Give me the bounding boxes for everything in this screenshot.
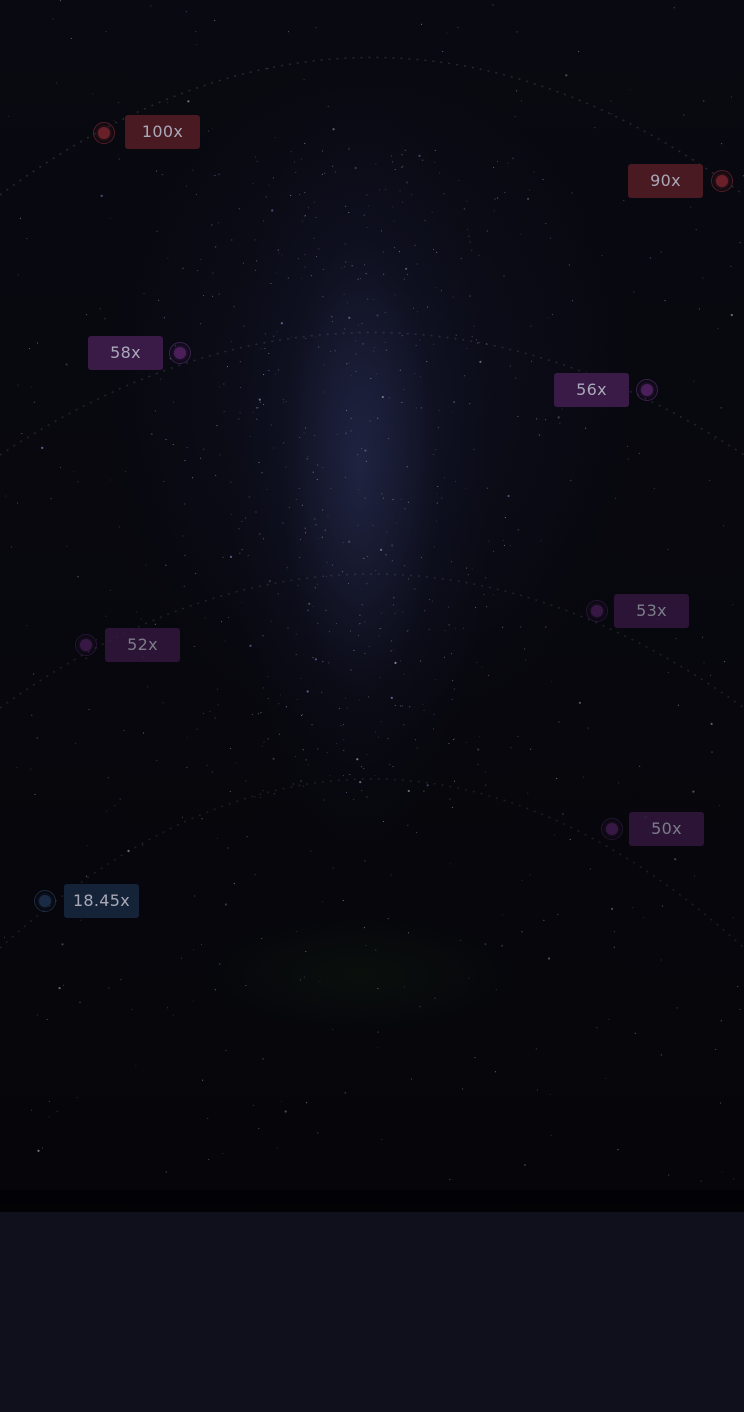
planet-56x[interactable] bbox=[636, 379, 658, 401]
game-scene: 100x 90x 58x 56x 53x 52x 50x 18.45x bbox=[0, 0, 744, 1412]
multiplier-badge-18-45x[interactable]: 18.45x bbox=[64, 884, 139, 918]
planet-53x-core bbox=[591, 605, 603, 617]
planet-58x[interactable] bbox=[169, 342, 191, 364]
planet-100x-core bbox=[98, 127, 110, 139]
multiplier-badge-56x[interactable]: 56x bbox=[554, 373, 629, 407]
planet-52x-core bbox=[80, 639, 92, 651]
multiplier-badge-58x[interactable]: 58x bbox=[88, 336, 163, 370]
planet-56x-core bbox=[641, 384, 653, 396]
multiplier-badge-100x[interactable]: 100x bbox=[125, 115, 200, 149]
orbit-path-inner bbox=[0, 778, 744, 949]
multiplier-badge-53x[interactable]: 53x bbox=[614, 594, 689, 628]
horizon-shadow bbox=[0, 1190, 744, 1212]
planet-18-45x[interactable] bbox=[34, 890, 56, 912]
planet-50x[interactable] bbox=[601, 818, 623, 840]
planet-58x-core bbox=[174, 347, 186, 359]
planet-18-45x-core bbox=[39, 895, 51, 907]
multiplier-badge-50x[interactable]: 50x bbox=[629, 812, 704, 846]
planet-90x-core bbox=[716, 175, 728, 187]
planet-52x[interactable] bbox=[75, 634, 97, 656]
bottom-panel bbox=[0, 1212, 744, 1412]
planet-100x[interactable] bbox=[93, 122, 115, 144]
multiplier-badge-90x[interactable]: 90x bbox=[628, 164, 703, 198]
multiplier-badge-52x[interactable]: 52x bbox=[105, 628, 180, 662]
planet-53x[interactable] bbox=[586, 600, 608, 622]
planet-90x[interactable] bbox=[711, 170, 733, 192]
planet-50x-core bbox=[606, 823, 618, 835]
